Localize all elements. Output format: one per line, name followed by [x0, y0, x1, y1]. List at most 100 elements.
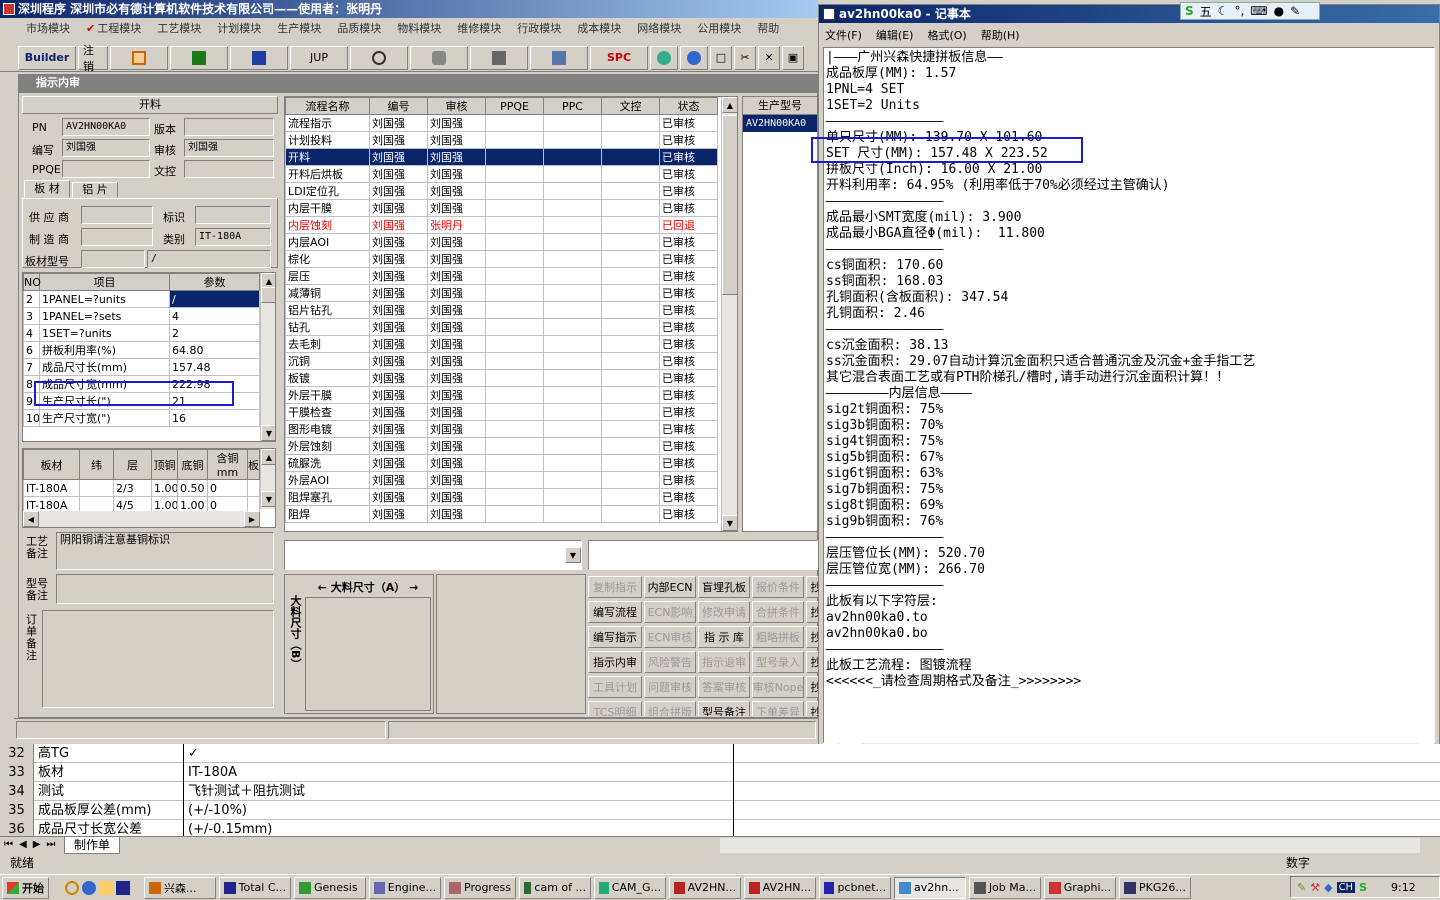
excel-icon[interactable] — [170, 45, 228, 70]
process-col-header[interactable]: 流程名称 — [285, 97, 370, 115]
flow-combo[interactable]: ▼ — [284, 540, 582, 570]
save-icon[interactable]: ▣ — [782, 45, 804, 70]
layers-vscroll[interactable]: ▲ ▼ — [260, 449, 275, 509]
new-icon[interactable]: □ — [710, 45, 732, 70]
tray-net-icon[interactable]: ◆ — [1324, 881, 1332, 894]
layer-col-header[interactable]: 板材 — [23, 449, 80, 480]
action-button[interactable]: ECN影响 — [644, 601, 696, 623]
param-row[interactable]: 7 成品尺寸长(mm) 157.48 — [23, 358, 260, 376]
menu-item[interactable]: 行政模块 — [509, 20, 569, 36]
tray-pen-icon[interactable]: ✎ — [1297, 881, 1306, 894]
notepad-menu-item[interactable]: 文件(F) — [825, 27, 862, 43]
board-model-field-2[interactable]: / — [147, 250, 271, 268]
pn-field[interactable]: AV2HN00KA0 — [62, 118, 150, 136]
sheet-row[interactable]: 33 板材 IT-180A — [0, 763, 1440, 782]
sheet-cell-value[interactable]: ✓ — [186, 744, 734, 763]
layer-col-header[interactable]: 含铜mm — [207, 449, 248, 480]
builder-button[interactable]: Builder — [18, 45, 76, 70]
action-button[interactable]: 型号录入 — [752, 651, 804, 673]
scroll-up-icon[interactable]: ▲ — [722, 97, 737, 113]
process-col-header[interactable]: PPQE — [485, 97, 544, 115]
logout-button[interactable]: 注销 — [78, 44, 108, 73]
process-row[interactable]: 阻焊塞孔 刘国强 刘国强 已审核 — [285, 488, 718, 506]
sheet-cell-label[interactable]: 成品板厚公差(mm) — [36, 801, 184, 820]
param-row[interactable]: 2 1PANEL=?units / — [23, 290, 260, 308]
folder-quicklaunch-icon[interactable] — [99, 880, 113, 895]
scroll-down-icon[interactable]: ▼ — [261, 425, 275, 441]
action-button[interactable]: 盲埋孔板 — [698, 576, 750, 598]
layer-row[interactable]: IT-180A 2/3 1.00 0.50 0 — [23, 479, 260, 497]
process-row[interactable]: 层压 刘国强 刘国强 已审核 — [285, 267, 718, 285]
process-scrollbar[interactable]: ▲ ▼ — [721, 97, 737, 531]
sheet-cell-value[interactable]: IT-180A — [186, 763, 734, 782]
scroll-thumb[interactable] — [261, 287, 275, 303]
action-button[interactable]: 合拼条件 — [752, 601, 804, 623]
clock-quicklaunch-icon[interactable] — [65, 880, 79, 895]
process-row[interactable]: 去毛刺 刘国强 刘国强 已审核 — [285, 335, 718, 353]
action-button[interactable]: 抄 — [806, 601, 818, 623]
maker-field[interactable] — [81, 228, 153, 246]
sheet-row[interactable]: 32 高TG ✓ — [0, 744, 1440, 763]
menu-item[interactable]: 市场模块 — [18, 20, 78, 36]
action-button[interactable]: 问题审核 — [644, 676, 696, 698]
action-button[interactable]: TCS明细 — [588, 701, 642, 716]
taskbar-item[interactable]: av2hn... — [894, 876, 966, 899]
layer-col-header[interactable]: 底铜 — [177, 449, 208, 480]
sheet-tab[interactable]: 制作单 — [64, 837, 120, 854]
process-row[interactable]: 开料 刘国强 刘国强 已审核 — [285, 148, 718, 166]
process-row[interactable]: LDI定位孔 刘国强 刘国强 已审核 — [285, 182, 718, 200]
menu-item[interactable]: 成本模块 — [569, 20, 629, 36]
craft-note-field[interactable]: 阴阳铜请注意基铜标识 — [56, 532, 274, 570]
mark-field[interactable] — [195, 206, 271, 224]
chevron-down-icon[interactable]: ▼ — [565, 547, 581, 563]
action-button[interactable]: 编写指示 — [588, 626, 642, 648]
col-param[interactable]: 参数 — [169, 273, 260, 291]
taskbar-item[interactable]: 兴森... — [144, 876, 216, 899]
action-button[interactable]: 指示内审 — [588, 651, 642, 673]
menu-item[interactable]: 工艺模块 — [149, 20, 209, 36]
process-col-header[interactable]: 编号 — [369, 97, 428, 115]
printer-icon[interactable] — [530, 45, 588, 70]
layers-hscroll[interactable]: ◀ ▶ — [23, 511, 260, 527]
action-button[interactable]: 抄 — [806, 676, 818, 698]
review-field[interactable]: 刘国强 — [184, 139, 274, 157]
process-row[interactable]: 内层蚀刻 刘国强 张明丹 已回退 — [285, 216, 718, 234]
wenkong-field[interactable] — [184, 160, 274, 178]
sheet-row[interactable]: 34 测试 飞针测试＋阻抗测试 — [0, 782, 1440, 801]
sheet-cell-label[interactable]: 板材 — [36, 763, 184, 782]
jup-button[interactable]: JUP — [290, 45, 348, 70]
process-row[interactable]: 沉铜 刘国强 刘国强 已审核 — [285, 352, 718, 370]
action-button[interactable]: 抄 — [806, 576, 818, 598]
process-row[interactable]: 内层AOI 刘国强 刘国强 已审核 — [285, 233, 718, 251]
taskbar-item[interactable]: Total C... — [219, 876, 291, 899]
action-button[interactable]: 答案审核 — [698, 676, 750, 698]
taskbar-item[interactable]: Graphi... — [1044, 876, 1116, 899]
process-row[interactable]: 干膜检查 刘国强 刘国强 已审核 — [285, 403, 718, 421]
model-note-field[interactable] — [56, 574, 274, 604]
process-row[interactable]: 开料后烘板 刘国强 刘国强 已审核 — [285, 165, 718, 183]
taskbar-item[interactable]: pcbnet... — [819, 876, 891, 899]
col-no[interactable]: NO — [23, 273, 41, 291]
taskbar-item[interactable]: Genesis — [294, 876, 366, 899]
sheet-hscroll[interactable] — [720, 838, 1420, 853]
sheet-row-number[interactable]: 33 — [0, 763, 34, 782]
sheet-cell-label[interactable]: 高TG — [36, 744, 184, 763]
params-scrollbar[interactable]: ▲ ▼ — [260, 273, 275, 441]
tray-language[interactable]: CH — [1336, 881, 1356, 893]
sheet-cell-value[interactable]: 飞针测试＋阻抗测试 — [186, 782, 734, 801]
tray-tool-icon[interactable]: ⚒ — [1310, 881, 1320, 894]
sheet-row-number[interactable]: 34 — [0, 782, 34, 801]
spc-button[interactable]: SPC — [590, 45, 648, 70]
tools-icon[interactable] — [470, 45, 528, 70]
taskbar-item[interactable]: cam of ... — [519, 876, 591, 899]
taskbar-item[interactable]: PKG26... — [1119, 876, 1191, 899]
action-button[interactable]: 报价条件 — [752, 576, 804, 598]
menu-item[interactable]: 计划模块 — [209, 20, 269, 36]
ime-toolbar[interactable]: S 五 ☾ °, ⌨ ● ✎ — [1180, 2, 1320, 20]
action-button[interactable]: 粗略拼板 — [752, 626, 804, 648]
order-note-field[interactable] — [42, 610, 274, 708]
notepad-menu-item[interactable]: 格式(O) — [927, 27, 966, 43]
taskbar-item[interactable]: Job Ma... — [969, 876, 1041, 899]
action-button[interactable]: 修改申请 — [698, 601, 750, 623]
browser-quicklaunch-icon[interactable] — [82, 880, 96, 895]
